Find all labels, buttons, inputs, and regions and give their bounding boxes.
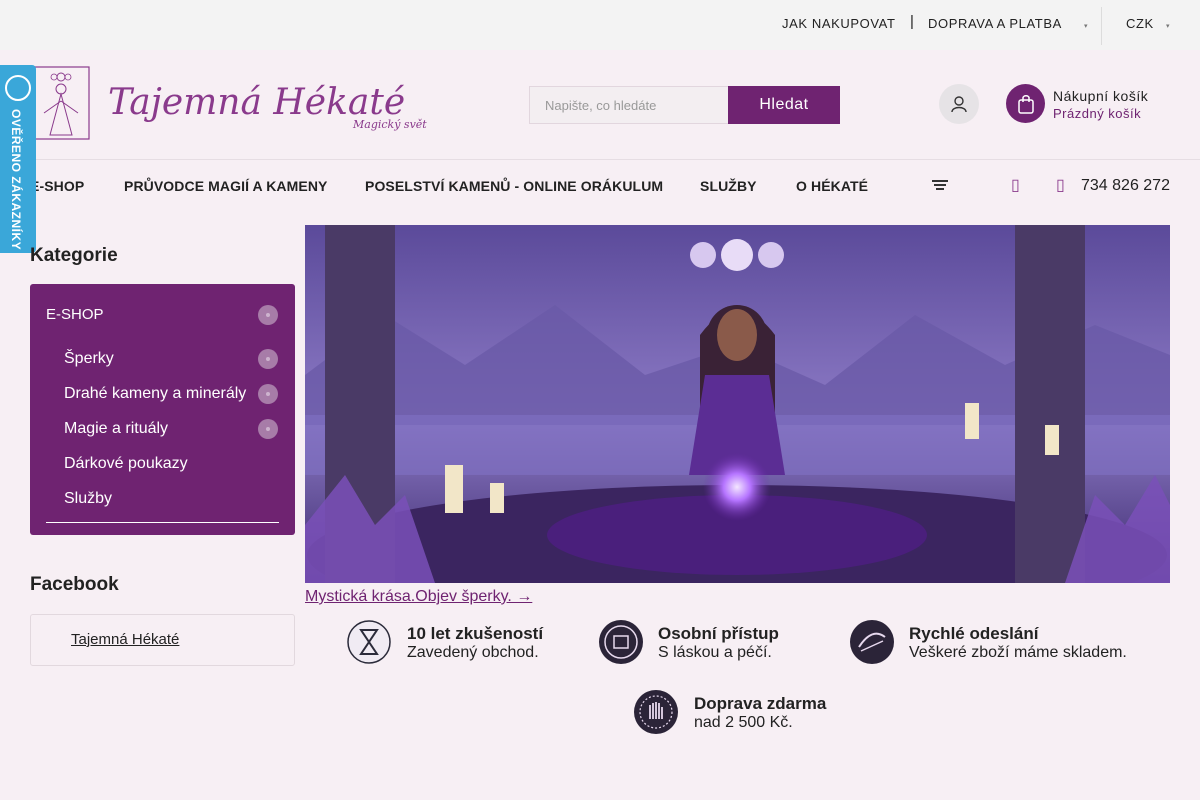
top-bar: JAK NAKUPOVAT | DOPRAVA A PLATBA ▾ CZK ▾ bbox=[0, 0, 1200, 50]
logo-wordmark[interactable]: Tajemná Hékaté Magický svět bbox=[108, 70, 438, 140]
badge-label: OVĚŘENO ZÁKAZNÍKY bbox=[9, 109, 23, 251]
nav-item-eshop[interactable]: E-SHOP bbox=[30, 178, 84, 194]
expand-toggle-icon[interactable] bbox=[258, 419, 278, 439]
top-link-shipping[interactable]: DOPRAVA A PLATBA bbox=[928, 16, 1062, 31]
nav-item-services[interactable]: SLUŽBY bbox=[700, 178, 757, 194]
nav-item-guide[interactable]: PRŮVODCE MAGIÍ A KAMENY bbox=[124, 178, 328, 194]
category-panel: E-SHOP Šperky Drahé kameny a minerály Ma… bbox=[30, 284, 295, 535]
benefit-title: Osobní přístup bbox=[658, 624, 779, 643]
chevron-down-icon[interactable]: ▾ bbox=[1084, 22, 1088, 30]
top-separator: | bbox=[910, 13, 914, 30]
verified-seal-icon bbox=[5, 75, 31, 101]
benefit-subtitle: S láskou a péčí. bbox=[658, 644, 772, 661]
top-link-how-to-buy[interactable]: JAK NAKUPOVAT bbox=[782, 16, 896, 31]
expand-toggle-icon[interactable] bbox=[258, 384, 278, 404]
benefit-subtitle: Veškeré zboží máme skladem. bbox=[909, 644, 1127, 661]
phone-number[interactable]: 734 826 272 bbox=[1081, 177, 1170, 195]
logo-tagline: Magický svět bbox=[352, 118, 427, 131]
cart-button[interactable] bbox=[1006, 84, 1045, 123]
search-input[interactable] bbox=[529, 86, 729, 124]
shopping-bag-icon bbox=[1017, 94, 1034, 114]
main-nav: E-SHOP PRŮVODCE MAGIÍ A KAMENY POSELSTVÍ… bbox=[0, 161, 1200, 209]
currency-chevron-icon[interactable]: ▾ bbox=[1166, 22, 1170, 30]
benefit-title: Rychlé odeslání bbox=[909, 624, 1039, 643]
hourglass-icon bbox=[347, 620, 391, 664]
cart-status[interactable]: Prázdný košík bbox=[1053, 106, 1141, 121]
hamburger-menu-icon[interactable] bbox=[932, 179, 948, 191]
fast-shipping-icon bbox=[850, 620, 894, 664]
benefit-subtitle: Zavedený obchod. bbox=[407, 644, 539, 661]
currency-select[interactable]: CZK bbox=[1126, 16, 1154, 31]
benefit-title: 10 let zkušeností bbox=[407, 624, 544, 643]
facebook-page-link[interactable]: Tajemná Hékaté bbox=[71, 631, 179, 648]
email-icon[interactable]: ▯ bbox=[1011, 175, 1020, 195]
top-divider bbox=[1101, 7, 1102, 45]
user-icon bbox=[951, 96, 967, 113]
free-shipping-icon bbox=[634, 690, 678, 734]
expand-toggle-icon[interactable] bbox=[258, 305, 278, 325]
hero-banner-image[interactable] bbox=[305, 225, 1170, 583]
category-item-jewelry[interactable]: Šperky bbox=[64, 350, 114, 368]
nav-item-about[interactable]: O HÉKATÉ bbox=[796, 178, 868, 194]
category-divider bbox=[46, 522, 279, 523]
search-button[interactable]: Hledat bbox=[728, 86, 840, 124]
facebook-title: Facebook bbox=[30, 574, 119, 595]
banner-caption-link[interactable]: Mystická krása.Objev šperky. → bbox=[305, 588, 532, 606]
category-item-vouchers[interactable]: Dárkové poukazy bbox=[64, 455, 188, 473]
verified-customers-badge[interactable]: OVĚŘENO ZÁKAZNÍKY bbox=[0, 65, 36, 253]
benefit-subtitle: nad 2 500 Kč. bbox=[694, 714, 793, 731]
category-item-magic[interactable]: Magie a rituály bbox=[64, 420, 168, 438]
facebook-widget: Tajemná Hékaté bbox=[30, 614, 295, 666]
personal-approach-icon bbox=[599, 620, 643, 664]
nav-item-oracle[interactable]: POSELSTVÍ KAMENŮ - ONLINE ORÁKULUM bbox=[365, 178, 663, 194]
logo-emblem-icon[interactable] bbox=[30, 65, 92, 141]
user-account-button[interactable] bbox=[939, 84, 979, 124]
site-header: Tajemná Hékaté Magický svět Hledat Nákup… bbox=[0, 50, 1200, 160]
category-item-services[interactable]: Služby bbox=[64, 490, 112, 508]
benefit-title: Doprava zdarma bbox=[694, 694, 827, 713]
categories-title: Kategorie bbox=[30, 245, 118, 266]
category-root-eshop[interactable]: E-SHOP bbox=[46, 306, 104, 323]
logo-title: Tajemná Hékaté bbox=[108, 82, 405, 123]
cart-title[interactable]: Nákupní košík bbox=[1053, 88, 1148, 104]
category-item-stones[interactable]: Drahé kameny a minerály bbox=[64, 385, 246, 403]
phone-icon[interactable]: ▯ bbox=[1056, 175, 1065, 195]
expand-toggle-icon[interactable] bbox=[258, 349, 278, 369]
